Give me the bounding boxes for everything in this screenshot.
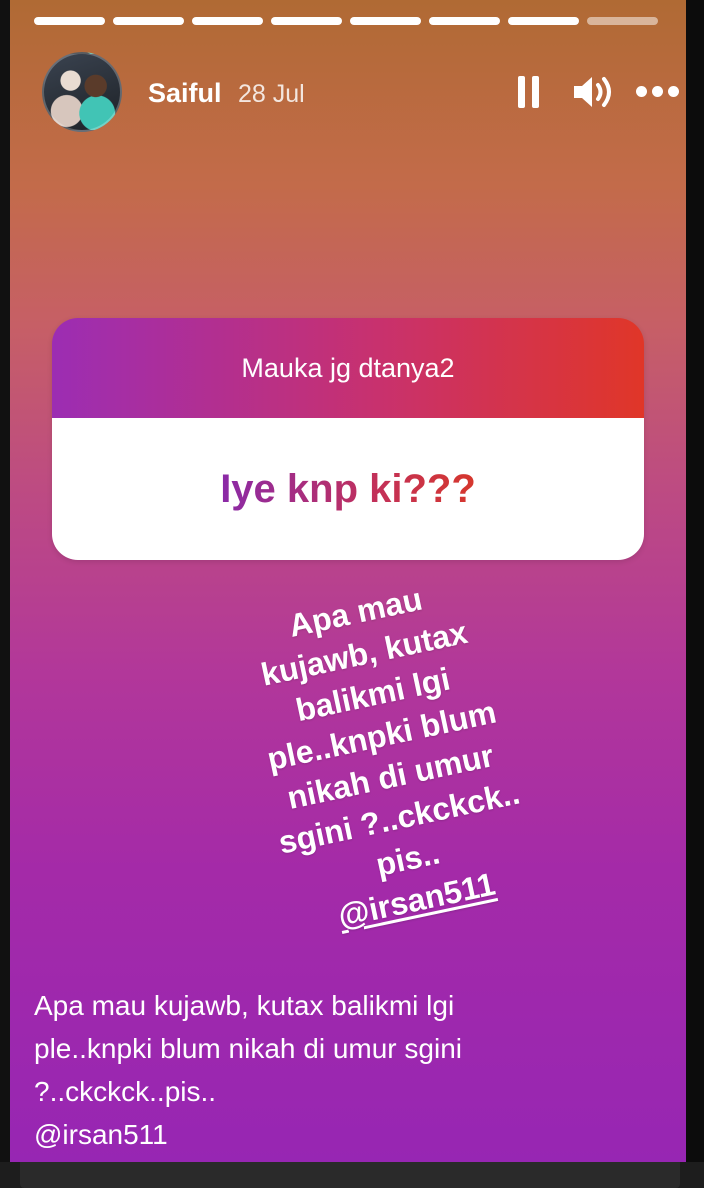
caption-mention[interactable]: @irsan511	[34, 1113, 674, 1156]
progress-segment	[350, 17, 421, 25]
story-caption: Apa mau kujawb, kutax balikmi lgi ple..k…	[34, 984, 674, 1156]
progress-segment	[34, 17, 105, 25]
caption-line: ?..ckckck..pis..	[34, 1076, 217, 1107]
more-icon[interactable]	[636, 86, 680, 98]
username[interactable]: Saiful	[148, 78, 222, 109]
question-sticker: Mauka jg dtanya2 Iye knp ki???	[52, 318, 644, 560]
question-prompt: Mauka jg dtanya2	[52, 318, 644, 418]
avatar[interactable]	[42, 52, 122, 132]
question-answer: Iye knp ki???	[220, 466, 476, 511]
caption-line: ple..knpki blum nikah di umur sgini	[34, 1033, 462, 1064]
bottom-bar	[0, 1162, 704, 1188]
overlay-text: Apa mau kujawb, kutax balikmi lgi ple..k…	[214, 563, 558, 950]
speaker-icon[interactable]	[572, 72, 618, 112]
caption-line: Apa mau kujawb, kutax balikmi lgi	[34, 990, 455, 1021]
post-date: 28 Jul	[238, 80, 305, 108]
progress-segment	[587, 17, 658, 25]
pause-icon[interactable]	[518, 76, 540, 108]
story-viewer[interactable]: Saiful 28 Jul Mauka jg dtanya2 Iye knp k…	[10, 0, 686, 1162]
screen-edge	[686, 0, 704, 1188]
progress-segment	[113, 17, 184, 25]
progress-segment	[429, 17, 500, 25]
progress-segment	[271, 17, 342, 25]
progress-segment	[192, 17, 263, 25]
progress-segment	[508, 17, 579, 25]
question-answer-area: Iye knp ki???	[52, 418, 644, 560]
story-progress-bar	[34, 17, 658, 25]
